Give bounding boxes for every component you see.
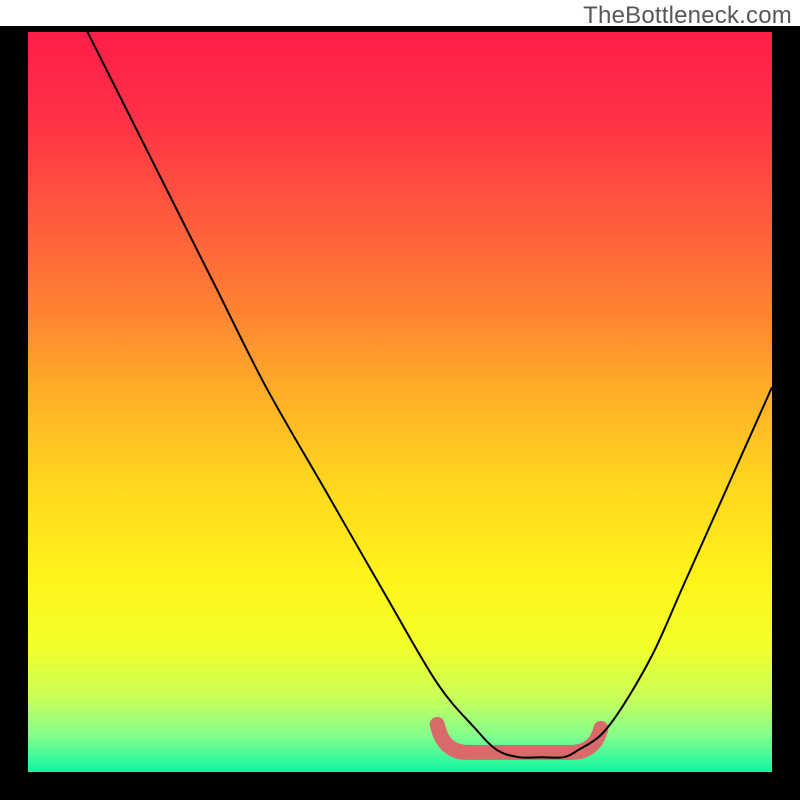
chart-outer-frame bbox=[0, 26, 800, 800]
gradient-background bbox=[28, 32, 772, 772]
chart-svg bbox=[28, 32, 772, 772]
chart-plot-area bbox=[28, 32, 772, 772]
